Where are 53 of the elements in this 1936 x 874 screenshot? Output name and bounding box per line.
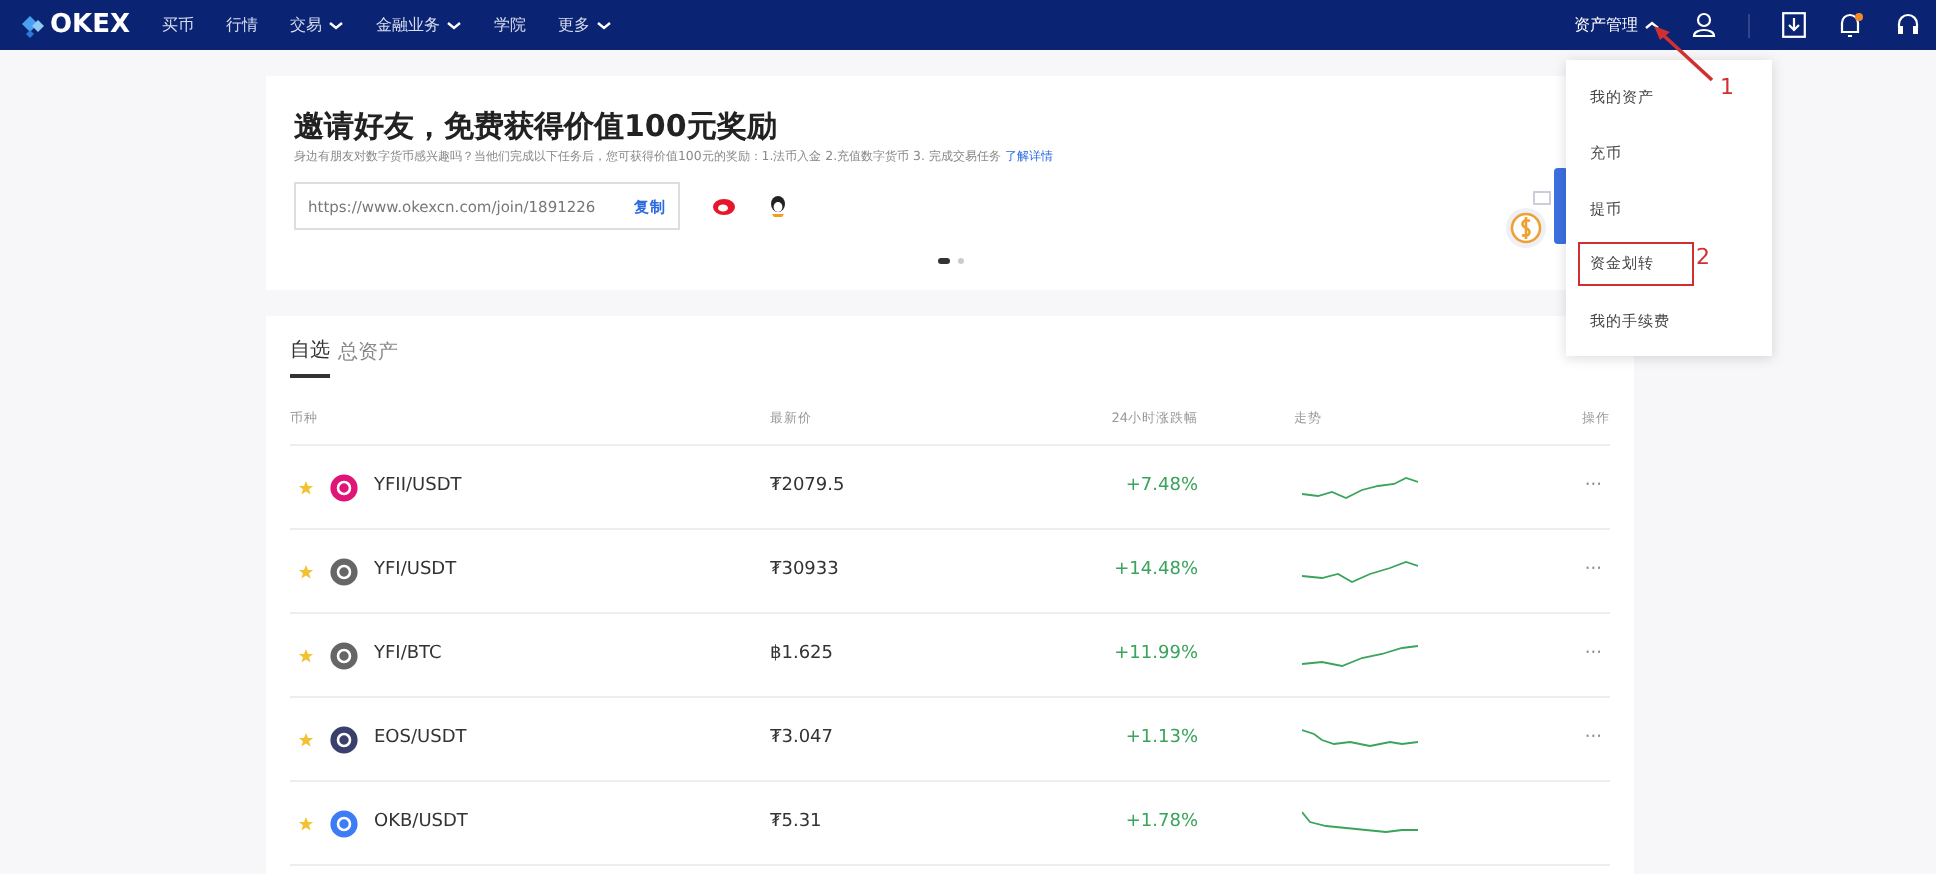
coin-icon (330, 473, 358, 501)
penguin-icon[interactable] (768, 194, 788, 219)
pair-name[interactable]: EOS/USDT (374, 725, 467, 753)
change-cell-text: +1.78% (1123, 809, 1198, 836)
change-cell-text: +7.48% (1123, 473, 1198, 500)
price-cell-text: ฿1.625 (770, 641, 835, 668)
sparkline-chart (1302, 474, 1418, 500)
star-icon[interactable] (298, 563, 314, 579)
pair-name[interactable]: YFI/USDT (374, 557, 457, 585)
more-button[interactable]: ··· (1418, 473, 1610, 501)
coin-icon (330, 725, 358, 753)
price-cell-text: ₮5.31 (770, 809, 824, 836)
more-button[interactable]: ··· (1418, 557, 1610, 585)
nav-link[interactable]: 行情 (226, 13, 259, 37)
download-icon[interactable] (1782, 12, 1806, 38)
logo-text: OKEX (50, 7, 131, 44)
price-cell-text: ₮2079.5 (770, 473, 847, 500)
invite-title: 邀请好友，免费获得价值100元奖励 (294, 108, 779, 144)
star-icon[interactable] (298, 647, 314, 663)
nav-link[interactable]: 学院 (494, 13, 527, 37)
pair-name[interactable]: YFII/USDT (374, 473, 462, 501)
star-icon[interactable] (298, 731, 314, 747)
change-cell-text: +14.48% (1112, 557, 1198, 584)
annotation-label: 1 (1720, 72, 1734, 104)
coin-icon (330, 641, 358, 669)
nav-link[interactable]: 更多 (558, 13, 613, 37)
sparkline-chart (1302, 726, 1418, 752)
user-icon[interactable] (1692, 12, 1716, 38)
more-button[interactable]: ··· (1418, 725, 1610, 753)
sparkline-chart (1302, 810, 1418, 836)
star-icon[interactable] (298, 479, 314, 495)
nav-link[interactable]: 金融业务 (376, 13, 463, 37)
pair-name[interactable]: OKB/USDT (374, 809, 468, 837)
pair-name[interactable]: YFI/BTC (374, 641, 442, 669)
price-cell-text: ₮30933 (770, 557, 841, 584)
sparkline-chart (1302, 558, 1418, 584)
coin-icon (330, 809, 358, 837)
price-cell-text: ₮3.047 (770, 725, 835, 752)
coin-icon (330, 557, 358, 585)
star-icon[interactable] (298, 815, 314, 831)
sparkline-chart (1302, 642, 1418, 668)
nav-link[interactable]: 买币 (162, 13, 195, 37)
annotation-label: 2 (1696, 242, 1710, 274)
headset-icon[interactable] (1896, 12, 1920, 38)
more-button[interactable]: ··· (1418, 641, 1610, 669)
carousel-dot[interactable] (957, 258, 963, 265)
annotation-arrow (1650, 24, 1716, 84)
bell-icon[interactable] (1838, 12, 1864, 38)
market-tab[interactable]: 自选 (290, 332, 330, 378)
change-cell-text: +11.99% (1112, 641, 1198, 668)
change-cell-text: +1.13% (1123, 725, 1198, 752)
nav-link[interactable]: 交易 (290, 13, 345, 37)
market-tab[interactable]: 总资产 (338, 332, 398, 378)
